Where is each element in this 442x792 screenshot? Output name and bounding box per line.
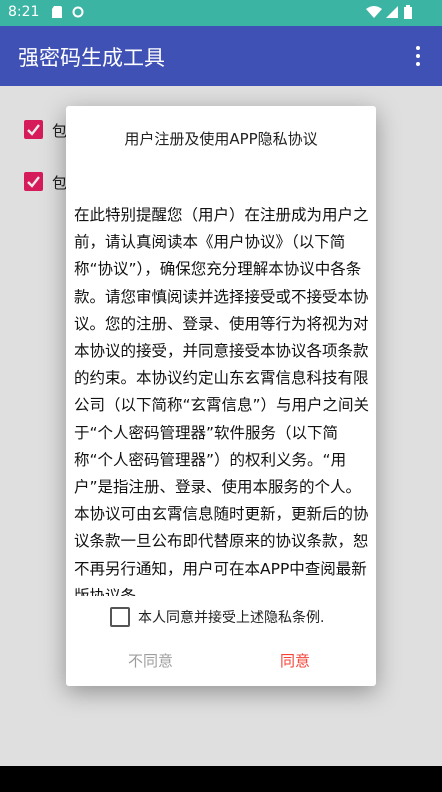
app-bar: 强密码生成工具 [0, 26, 442, 86]
app-title: 强密码生成工具 [18, 46, 165, 70]
sd-card-icon [52, 6, 62, 18]
dialog-scroll-area[interactable]: 在此特别提醒您（用户）在注册成为用户之前，请认真阅读本《用户协议》（以下简称“协… [74, 202, 372, 596]
agreement-text: 在此特别提醒您（用户）在注册成为用户之前，请认真阅读本《用户协议》（以下简称“协… [74, 206, 370, 596]
checkbox-unchecked-icon[interactable] [110, 607, 130, 627]
dialog-title: 用户注册及使用APP隐私协议 [124, 130, 318, 148]
sync-icon [72, 6, 84, 18]
agree-checkbox-row[interactable]: 本人同意并接受上述隐私条例. [110, 606, 370, 630]
status-time: 8:21 [8, 4, 40, 20]
navigation-bar [0, 766, 442, 792]
privacy-dialog: 用户注册及使用APP隐私协议 在此特别提醒您（用户）在注册成为用户之前，请认真阅… [66, 106, 376, 686]
agree-checkbox-label: 本人同意并接受上述隐私条例. [138, 610, 325, 626]
disagree-button[interactable]: 不同意 [128, 650, 173, 671]
more-vert-icon[interactable] [406, 44, 430, 68]
status-bar: 8:21 [0, 0, 442, 26]
signal-icon [386, 6, 398, 18]
agree-button[interactable]: 同意 [280, 650, 310, 671]
battery-icon [404, 5, 412, 19]
wifi-icon [366, 6, 382, 18]
